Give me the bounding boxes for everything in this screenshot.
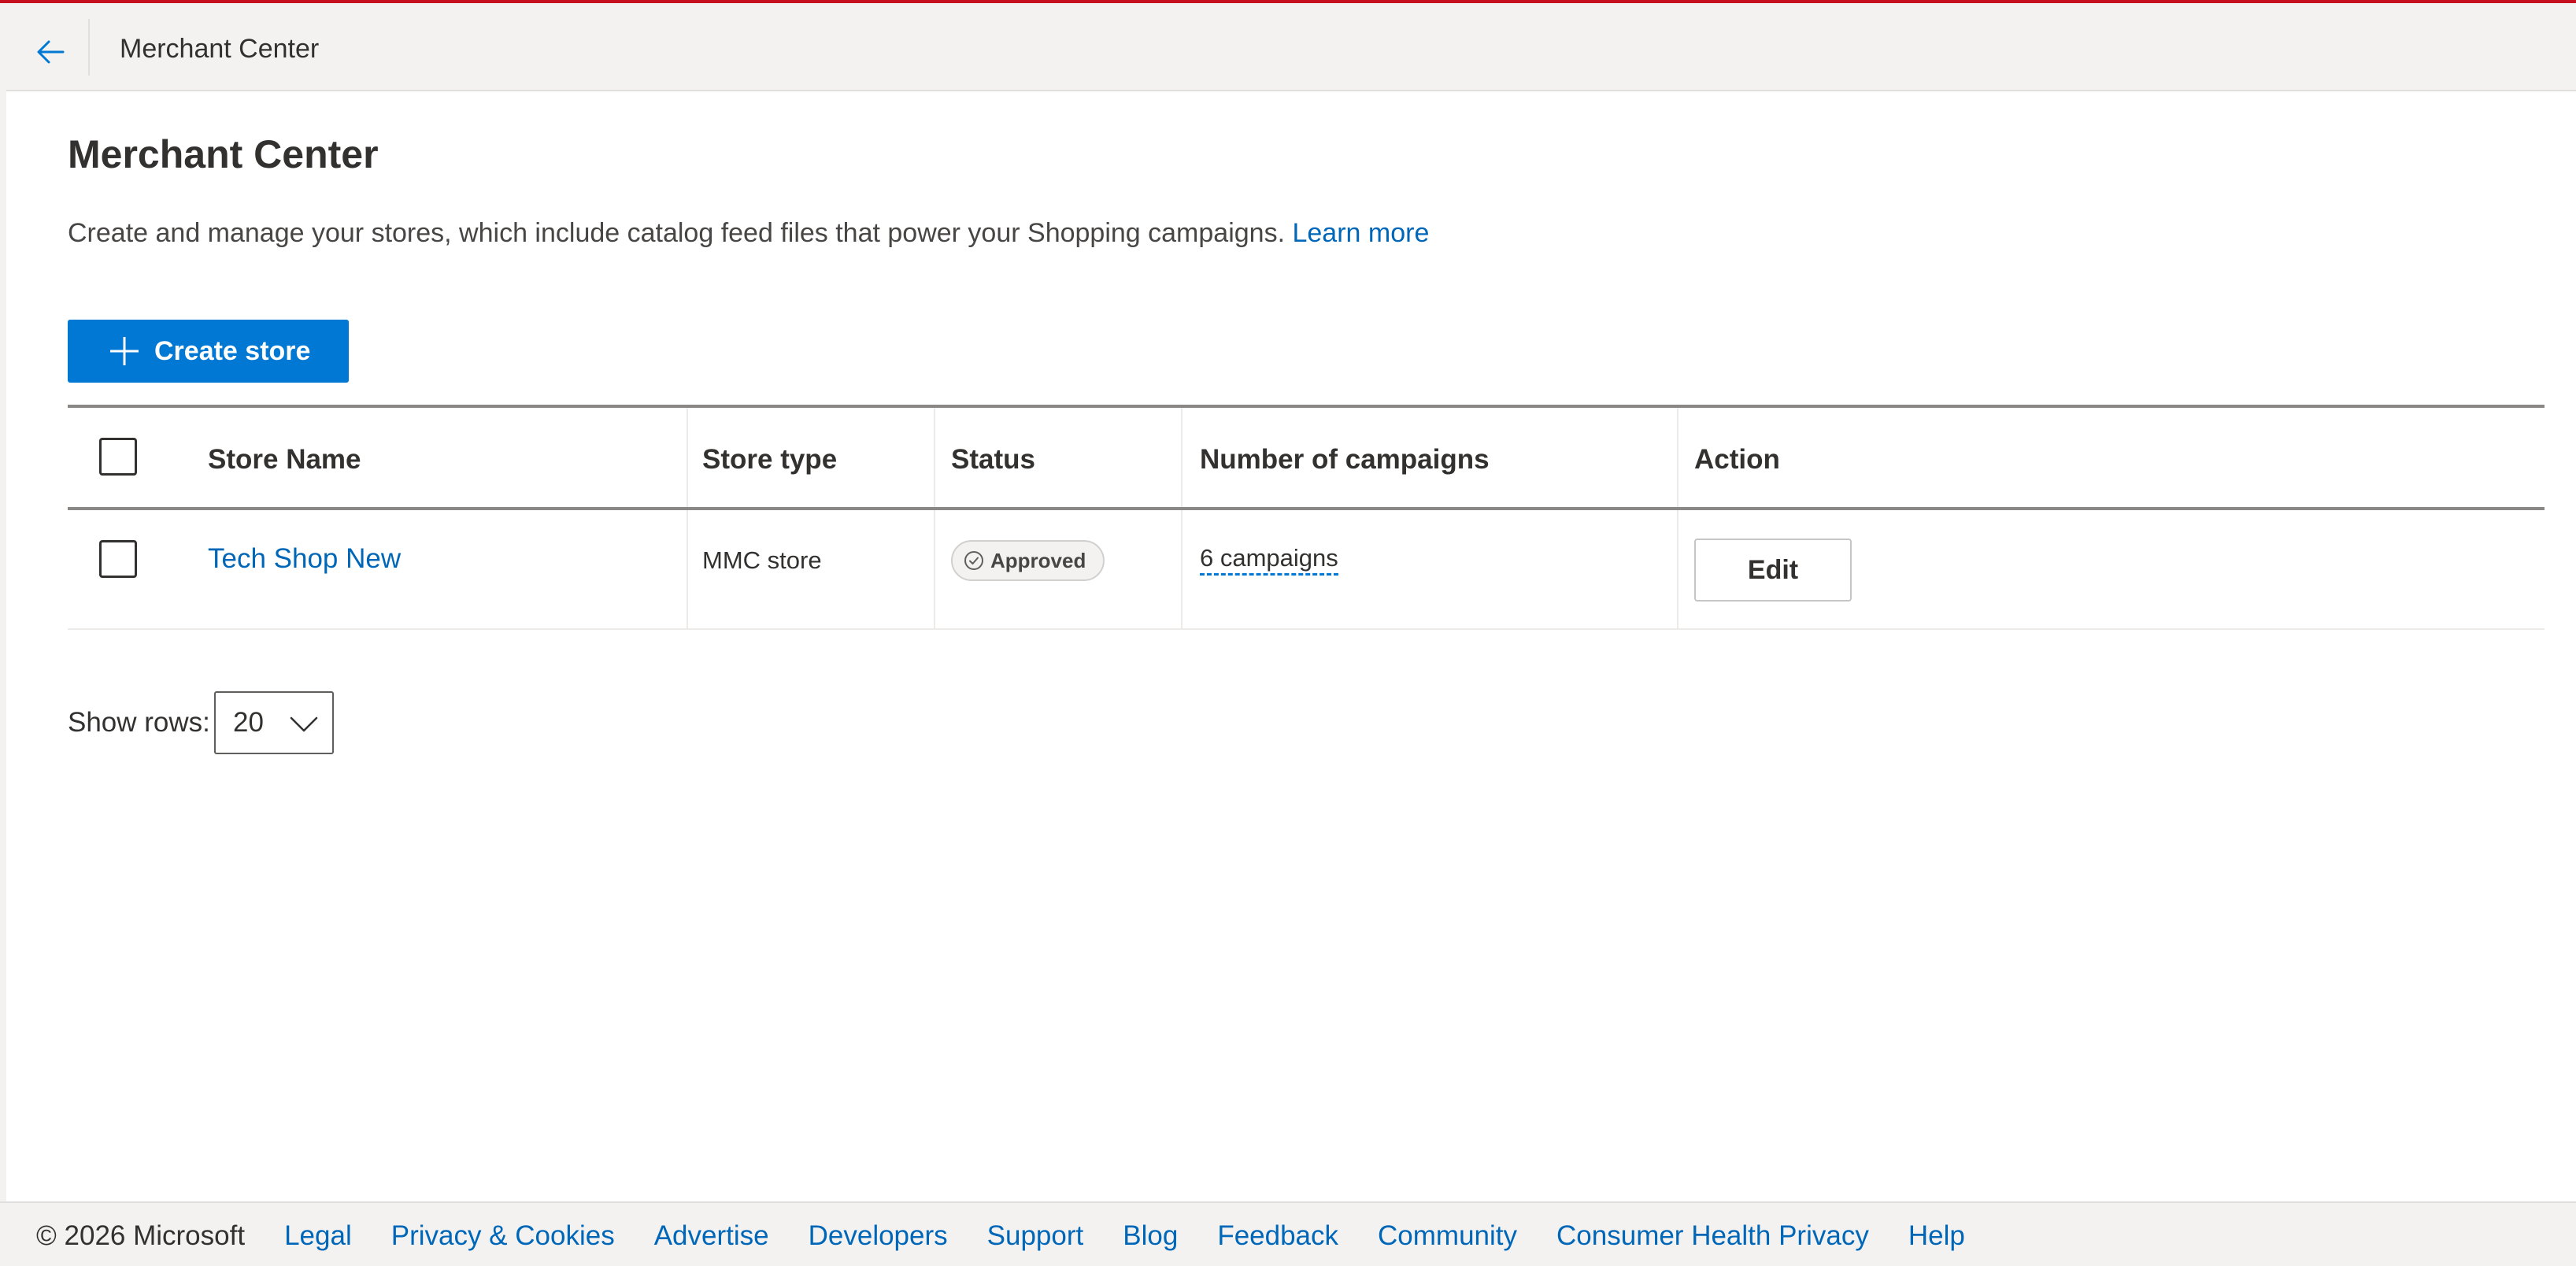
- column-divider: [934, 510, 935, 628]
- header-divider: [88, 19, 90, 76]
- create-store-button[interactable]: Create store: [68, 320, 349, 383]
- stores-table: Store Name Store type Status Number of c…: [68, 405, 2545, 630]
- column-header-store-type[interactable]: Store type: [702, 442, 837, 477]
- header-title: Merchant Center: [120, 34, 320, 64]
- show-rows-label: Show rows:: [68, 707, 210, 738]
- footer-link-help[interactable]: Help: [1908, 1220, 1965, 1252]
- plus-icon: [110, 337, 139, 365]
- table-header: Store Name Store type Status Number of c…: [68, 405, 2545, 510]
- column-divider: [687, 510, 688, 628]
- footer-link-consumer-health-privacy[interactable]: Consumer Health Privacy: [1556, 1220, 1869, 1252]
- footer-link-legal[interactable]: Legal: [284, 1220, 352, 1252]
- description-text: Create and manage your stores, which inc…: [68, 218, 1286, 248]
- column-divider: [687, 408, 688, 507]
- footer-copyright: © 2026 Microsoft: [36, 1220, 246, 1251]
- select-all-checkbox[interactable]: [99, 438, 137, 476]
- footer-link-support[interactable]: Support: [987, 1220, 1084, 1252]
- table-row: Tech Shop New MMC store Approved 6 campa…: [68, 510, 2545, 630]
- column-header-store-name[interactable]: Store Name: [208, 442, 361, 477]
- check-circle-icon: [964, 551, 983, 570]
- column-header-number-of-campaigns[interactable]: Number of campaigns: [1200, 442, 1490, 477]
- store-type-cell: MMC store: [702, 546, 822, 574]
- footer-link-feedback[interactable]: Feedback: [1217, 1220, 1338, 1252]
- arrow-left-icon: [37, 40, 65, 64]
- rows-per-page-select[interactable]: 20: [214, 691, 334, 754]
- column-divider: [1181, 408, 1183, 507]
- chevron-down-icon: [290, 716, 318, 732]
- campaigns-count-link[interactable]: 6 campaigns: [1200, 543, 1338, 576]
- column-divider: [1677, 510, 1678, 628]
- back-button[interactable]: [31, 33, 69, 71]
- rows-per-page-value: 20: [233, 707, 264, 738]
- edit-button[interactable]: Edit: [1694, 539, 1852, 602]
- top-header-bar: Merchant Center: [0, 3, 2576, 91]
- left-rail: [0, 3, 6, 1266]
- row-checkbox[interactable]: [99, 540, 137, 578]
- status-text: Approved: [990, 548, 1086, 572]
- footer-link-privacy-cookies[interactable]: Privacy & Cookies: [391, 1220, 615, 1252]
- footer-link-advertise[interactable]: Advertise: [654, 1220, 769, 1252]
- status-badge: Approved: [951, 540, 1105, 581]
- footer: © 2026 Microsoft Legal Privacy & Cookies…: [0, 1201, 2576, 1266]
- column-divider: [934, 408, 935, 507]
- store-name-link[interactable]: Tech Shop New: [208, 543, 401, 575]
- column-header-status[interactable]: Status: [951, 442, 1035, 477]
- page: Merchant Center Merchant Center Create a…: [0, 0, 2576, 1266]
- page-title: Merchant Center: [68, 132, 379, 176]
- column-divider: [1677, 408, 1678, 507]
- page-description: Create and manage your stores, which inc…: [68, 216, 1429, 250]
- learn-more-link[interactable]: Learn more: [1292, 218, 1429, 248]
- footer-link-blog[interactable]: Blog: [1123, 1220, 1178, 1252]
- column-divider: [1181, 510, 1183, 628]
- create-store-label: Create store: [154, 335, 311, 366]
- column-header-action: Action: [1694, 444, 1780, 475]
- footer-link-community[interactable]: Community: [1378, 1220, 1517, 1252]
- footer-link-developers[interactable]: Developers: [809, 1220, 948, 1252]
